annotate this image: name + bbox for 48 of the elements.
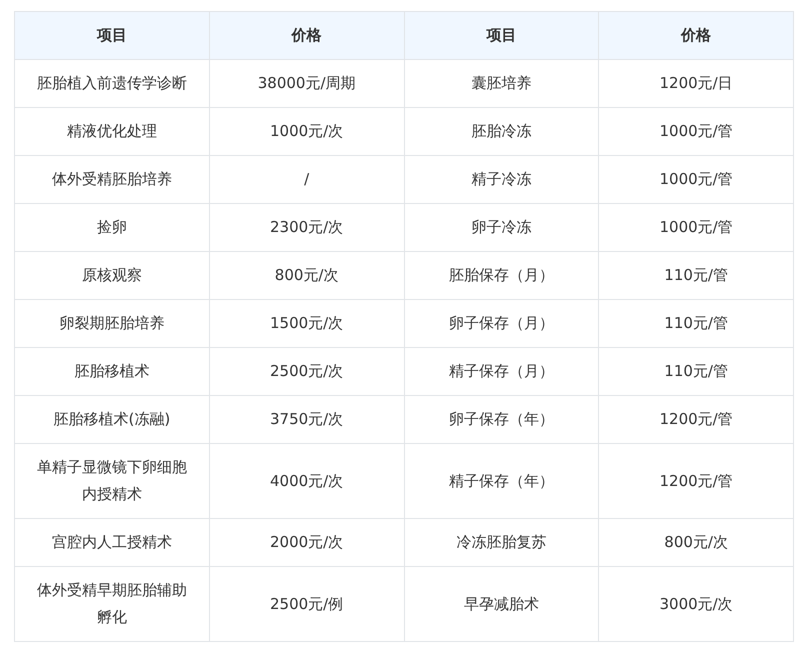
column-header: 价格 xyxy=(209,12,404,60)
column-header: 价格 xyxy=(598,12,794,60)
table-cell: 卵子保存（月） xyxy=(404,300,599,348)
table-cell: 4000元/次 xyxy=(209,444,404,518)
table-cell: 冷冻胚胎复苏 xyxy=(404,518,599,566)
table-cell: 110元/管 xyxy=(598,300,794,348)
table-cell: 精子冷冻 xyxy=(404,156,599,204)
table-cell: / xyxy=(209,156,404,204)
table-cell: 宫腔内人工授精术 xyxy=(14,518,210,566)
table-cell: 3000元/次 xyxy=(598,566,794,642)
table-cell: 体外受精胚胎培养 xyxy=(14,156,210,204)
table-cell: 胚胎移植术(冻融) xyxy=(14,396,210,444)
table-cell: 1000元/管 xyxy=(598,204,794,252)
table-cell: 1200元/日 xyxy=(598,60,794,108)
column-header: 项目 xyxy=(404,12,599,60)
table-cell: 原核观察 xyxy=(14,252,210,300)
table-cell: 2500元/例 xyxy=(209,566,404,642)
table-cell: 800元/次 xyxy=(209,252,404,300)
table-cell: 38000元/周期 xyxy=(209,60,404,108)
table-cell: 1200元/管 xyxy=(598,396,794,444)
table-cell: 2300元/次 xyxy=(209,204,404,252)
table-cell: 1500元/次 xyxy=(209,300,404,348)
table-cell: 110元/管 xyxy=(598,348,794,396)
table-cell: 卵子保存（年） xyxy=(404,396,599,444)
table-cell: 胚胎冷冻 xyxy=(404,108,599,156)
table-cell: 单精子显微镜下卵细胞内授精术 xyxy=(14,444,210,518)
table-cell: 体外受精早期胚胎辅助孵化 xyxy=(14,566,210,642)
table-cell: 1000元/管 xyxy=(598,108,794,156)
table-cell: 800元/次 xyxy=(598,518,794,566)
table-cell: 1000元/次 xyxy=(209,108,404,156)
table-cell: 精子保存（月） xyxy=(404,348,599,396)
table-cell: 胚胎移植术 xyxy=(14,348,210,396)
table-cell: 捡卵 xyxy=(14,204,210,252)
table-cell: 2000元/次 xyxy=(209,518,404,566)
table-cell: 精液优化处理 xyxy=(14,108,210,156)
table-cell: 卵子冷冻 xyxy=(404,204,599,252)
column-header: 项目 xyxy=(14,12,210,60)
table-cell: 3750元/次 xyxy=(209,396,404,444)
table-cell: 1200元/管 xyxy=(598,444,794,518)
table-cell: 胚胎植入前遗传学诊断 xyxy=(14,60,210,108)
table-cell: 1000元/管 xyxy=(598,156,794,204)
table-cell: 110元/管 xyxy=(598,252,794,300)
table-cell: 卵裂期胚胎培养 xyxy=(14,300,210,348)
table-cell: 精子保存（年） xyxy=(404,444,599,518)
table-cell: 囊胚培养 xyxy=(404,60,599,108)
table-cell: 胚胎保存（月） xyxy=(404,252,599,300)
table-cell: 2500元/次 xyxy=(209,348,404,396)
table-cell: 早孕减胎术 xyxy=(404,566,599,642)
